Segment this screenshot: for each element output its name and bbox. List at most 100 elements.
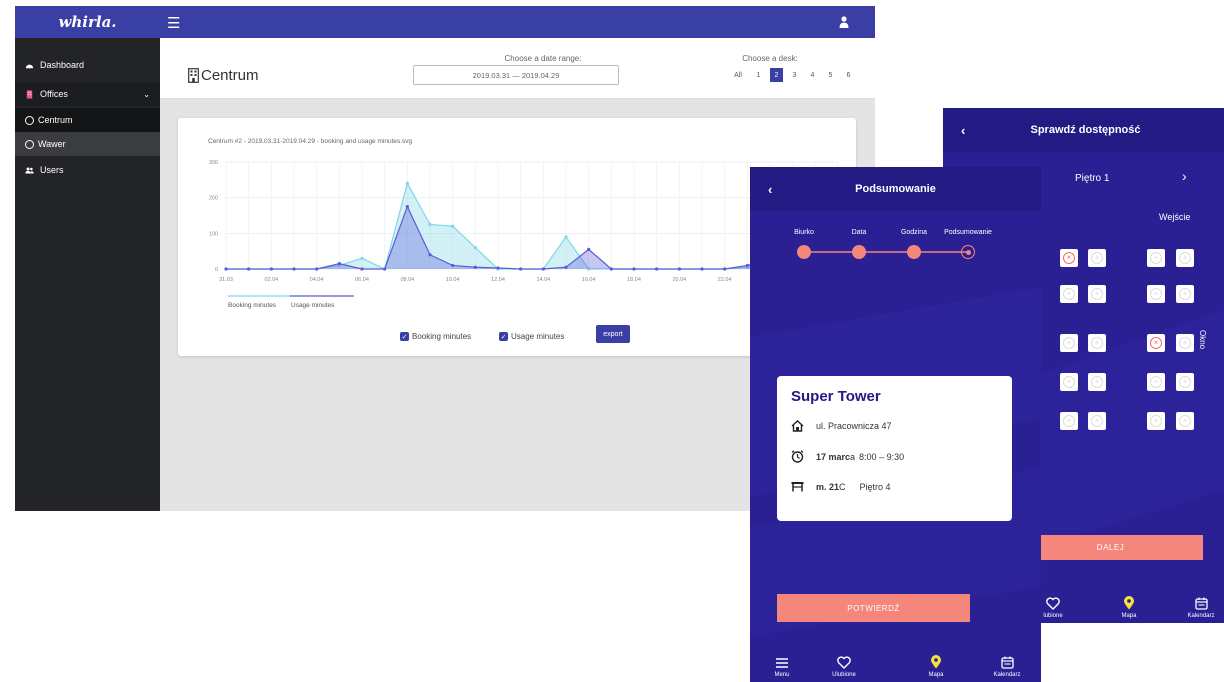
sidebar-item-users[interactable]: Users	[15, 158, 160, 182]
desk-button-1[interactable]: 1	[752, 68, 765, 82]
sidebar-item-dashboard[interactable]: Dashboard	[15, 53, 160, 77]
x-tick-label: 08.04	[400, 277, 414, 283]
building-icon	[188, 68, 199, 83]
export-button[interactable]: export	[596, 325, 630, 343]
logo-text: whirla.	[58, 13, 117, 31]
seat-available[interactable]: +	[1147, 249, 1165, 267]
desk-button-6[interactable]: 6	[842, 68, 855, 82]
usage-minutes-checkbox[interactable]: ✓ Usage minutes	[499, 332, 564, 341]
nav-menu[interactable]: Menu	[752, 657, 812, 678]
data-point	[428, 222, 432, 227]
step-label-desk: Biurko	[794, 229, 814, 236]
seat-available[interactable]: +	[1060, 285, 1078, 303]
seat-available[interactable]: +	[1060, 373, 1078, 391]
data-point	[587, 247, 591, 251]
data-point	[405, 181, 409, 185]
data-point	[564, 265, 568, 269]
room-text: m. 21	[816, 481, 840, 492]
chevron-down-icon: ⌄	[143, 89, 150, 99]
date-range-label: Choose a date range:	[504, 54, 582, 63]
desk-button-2[interactable]: 2	[770, 68, 783, 82]
desk-button-5[interactable]: 5	[824, 68, 837, 82]
step-dot-complete[interactable]	[797, 245, 811, 259]
seat-available[interactable]: +	[1176, 412, 1194, 430]
hamburger-menu-icon[interactable]: ☰	[167, 14, 180, 32]
heart-icon	[837, 656, 851, 669]
seat-available[interactable]: +	[1176, 285, 1194, 303]
series-line	[226, 205, 839, 270]
nav-map[interactable]: Mapa	[1099, 596, 1159, 619]
x-tick-label: 12.04	[491, 277, 505, 283]
seat-available[interactable]: +	[1060, 334, 1078, 352]
nav-calendar[interactable]: Kalendarz	[1171, 597, 1224, 619]
date-text: 17 marc	[816, 451, 851, 462]
desk-button-all[interactable]: All	[730, 68, 746, 82]
floor-text: Piętro 4	[859, 481, 891, 492]
data-point	[609, 267, 613, 271]
date-range-input[interactable]: 2019.03.31 — 2019.04.29	[413, 65, 619, 85]
desk-button-4[interactable]: 4	[806, 68, 819, 82]
x-tick-label: 02.04	[264, 277, 278, 283]
logo[interactable]: whirla.	[15, 6, 160, 38]
data-point	[315, 267, 319, 271]
seat-available[interactable]: +	[1088, 285, 1106, 303]
desk-icon	[791, 482, 804, 492]
sidebar: Dashboard Offices ⌄ Centrum Wawer Users	[15, 38, 160, 511]
back-arrow-icon[interactable]: ‹	[961, 123, 965, 138]
x-tick-label: 22.04	[718, 277, 732, 283]
seat-available[interactable]: +	[1147, 373, 1165, 391]
seat-available[interactable]: +	[1147, 285, 1165, 303]
entrance-label: Wejście	[1159, 212, 1191, 222]
nav-label: Menu	[774, 672, 790, 678]
page-title: Centrum	[188, 67, 259, 84]
nav-label: Kalendarz	[993, 672, 1021, 678]
nav-label: Mapa	[1121, 613, 1137, 619]
y-tick-label: 200	[209, 196, 218, 202]
x-tick-label: 31.03	[219, 277, 233, 283]
booking-minutes-checkbox[interactable]: ✓ Booking minutes	[400, 332, 471, 341]
y-tick-label: 100	[209, 231, 218, 237]
seat-available[interactable]: +	[1088, 334, 1106, 352]
seat-available[interactable]: +	[1088, 249, 1106, 267]
data-point	[564, 235, 568, 239]
data-point	[496, 266, 500, 270]
user-icon[interactable]	[839, 15, 849, 33]
seat-available[interactable]: +	[1088, 412, 1106, 430]
seat-available[interactable]: +	[1176, 334, 1194, 352]
nav-favourites[interactable]: Ulubione	[814, 656, 874, 678]
step-dot-current[interactable]	[961, 245, 975, 259]
data-point	[473, 246, 477, 250]
step-dot-complete[interactable]	[907, 245, 921, 259]
data-point	[451, 224, 455, 228]
data-point	[677, 267, 681, 271]
datetime-row: 17 marc a 8:00 – 9:30	[791, 450, 904, 463]
nav-label: Ulubione	[832, 672, 856, 678]
next-floor-icon[interactable]: ›	[1182, 168, 1187, 184]
seat-available[interactable]: +	[1176, 373, 1194, 391]
sidebar-item-centrum[interactable]: Centrum	[15, 108, 160, 132]
desk-label: Choose a desk:	[742, 54, 798, 63]
confirm-button[interactable]: POTWIERDŹ	[777, 594, 970, 622]
seat-available[interactable]: +	[1176, 249, 1194, 267]
seat-available[interactable]: +	[1088, 373, 1106, 391]
data-point	[405, 204, 409, 209]
sidebar-item-offices[interactable]: Offices ⌄	[15, 82, 160, 106]
next-button[interactable]: DALEJ	[1018, 535, 1203, 560]
date-text-suffix: a	[850, 451, 856, 462]
x-tick-label: 14.04	[536, 277, 550, 283]
address-row: ul. Pracownicza 47	[791, 420, 892, 432]
seat-available[interactable]: +	[1147, 412, 1165, 430]
step-dot-complete[interactable]	[852, 245, 866, 259]
data-point	[428, 253, 432, 257]
window-label: Okno	[1198, 330, 1207, 350]
back-arrow-icon[interactable]: ‹	[768, 182, 772, 197]
desk-button-3[interactable]: 3	[788, 68, 801, 82]
sidebar-item-wawer[interactable]: Wawer	[15, 132, 160, 156]
nav-map[interactable]: Mapa	[906, 655, 966, 678]
data-point	[383, 267, 387, 271]
nav-calendar[interactable]: Kalendarz	[977, 656, 1037, 678]
data-point	[723, 267, 727, 271]
dashboard-icon	[25, 64, 34, 68]
seat-available[interactable]: +	[1060, 412, 1078, 430]
data-point	[745, 263, 749, 268]
